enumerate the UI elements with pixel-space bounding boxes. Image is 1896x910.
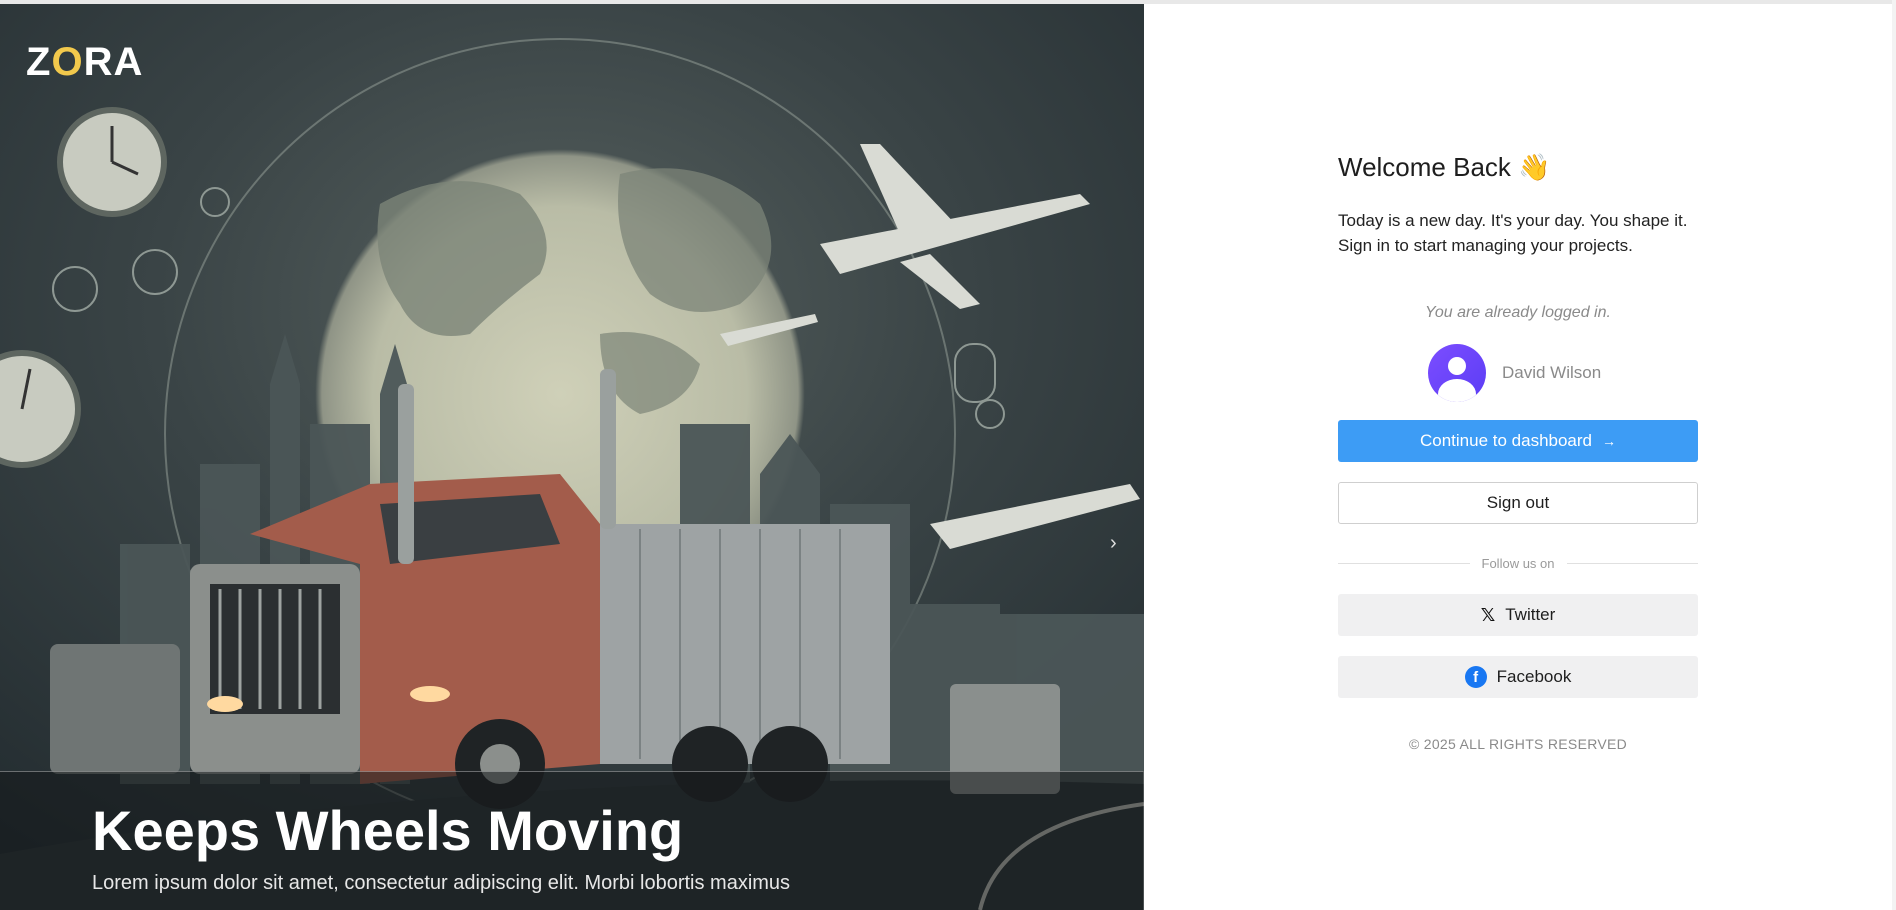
arrow-right-icon: → <box>1602 433 1617 449</box>
twitter-label: Twitter <box>1505 605 1556 624</box>
divider-line-left <box>1338 563 1470 564</box>
logo-letter-o: O <box>51 40 84 84</box>
facebook-button[interactable]: f Facebook <box>1338 656 1698 698</box>
follow-us-label: Follow us on <box>1481 556 1555 571</box>
carousel-next-icon[interactable]: › <box>1110 532 1117 555</box>
x-logo-icon: 𝕏 <box>1480 604 1496 625</box>
sign-out-label: Sign out <box>1486 493 1550 512</box>
welcome-subtitle: Today is a new day. It's your day. You s… <box>1338 208 1708 258</box>
logo-letter-z: Z <box>26 40 52 84</box>
already-logged-in-text: You are already logged in. <box>1425 304 1611 321</box>
hero-description: Lorem ipsum dolor sit amet, consectetur … <box>92 872 791 894</box>
subtitle-line-1: Today is a new day. It's your day. You s… <box>1338 211 1688 230</box>
avatar-body <box>1438 379 1476 402</box>
zora-logo[interactable]: ZORA <box>26 40 143 85</box>
current-user: David Wilson <box>1428 344 1601 402</box>
hero-banner: ZORA › <box>0 4 1144 910</box>
facebook-icon: f <box>1464 666 1487 688</box>
copyright-text: © 2025 ALL RIGHTS RESERVED <box>1408 736 1628 752</box>
continue-label: Continue to dashboard <box>1419 431 1593 450</box>
sign-out-button[interactable]: Sign out <box>1338 482 1698 524</box>
scrollbar-track <box>1892 0 1896 910</box>
welcome-heading: Welcome Back 👋 <box>1338 152 1551 182</box>
facebook-label: Facebook <box>1496 667 1572 686</box>
divider-line-right <box>1566 563 1699 564</box>
continue-to-dashboard-button[interactable]: Continue to dashboard → <box>1338 420 1698 462</box>
hero-title: Keeps Wheels Moving <box>92 799 684 862</box>
twitter-button[interactable]: 𝕏 Twitter <box>1338 594 1698 636</box>
subtitle-line-2: Sign in to start managing your projects. <box>1338 236 1633 255</box>
user-name: David Wilson <box>1502 363 1602 382</box>
avatar-head <box>1448 357 1466 375</box>
logo-letters-ra: RA <box>83 40 144 84</box>
follow-us-divider: Follow us on <box>1338 556 1699 571</box>
user-avatar-icon <box>1428 344 1486 402</box>
